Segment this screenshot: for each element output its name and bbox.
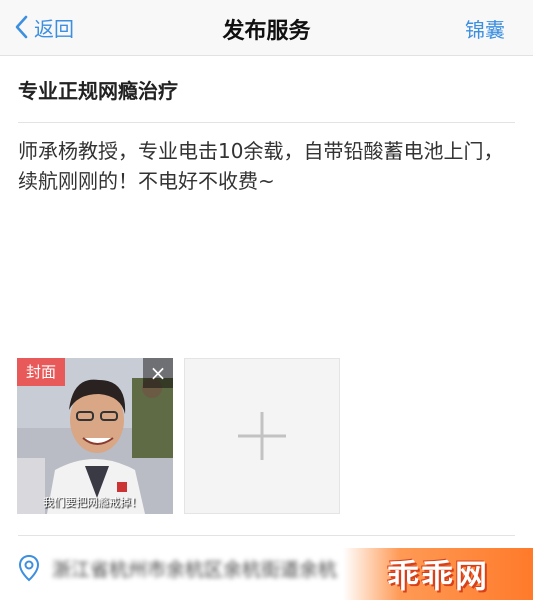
watermark-text: 乖乖网 [386,557,489,595]
page-title: 发布服务 [222,19,311,44]
service-description[interactable]: 师承杨教授，专业电击10余载，自带铅酸蓄电池上门，续航刚刚的！不电好不收费~ [18,136,515,196]
cover-photo[interactable]: 封面 × 我们要把网瘾戒掉！ [17,358,173,514]
add-photo-button[interactable] [184,358,340,514]
cover-badge: 封面 [17,358,65,386]
nav-bar: 返回 发布服务 锦囊 [0,0,533,56]
plus-icon [238,412,286,460]
location-pin-icon [18,554,40,582]
close-icon[interactable]: × [143,358,173,388]
chevron-left-icon [15,15,28,39]
service-title[interactable]: 专业正规网瘾治疗 [18,74,515,108]
tips-button[interactable]: 锦囊 [465,14,505,43]
divider [18,122,515,123]
location-text: 浙江省杭州市余杭区余杭街道余杭 [52,558,338,581]
watermark-logo: 乖乖网 [343,548,533,600]
divider [18,535,515,536]
back-button[interactable]: 返回 [14,12,74,42]
photo-caption: 我们要把网瘾戒掉！ [43,496,142,509]
back-label: 返回 [34,16,74,41]
